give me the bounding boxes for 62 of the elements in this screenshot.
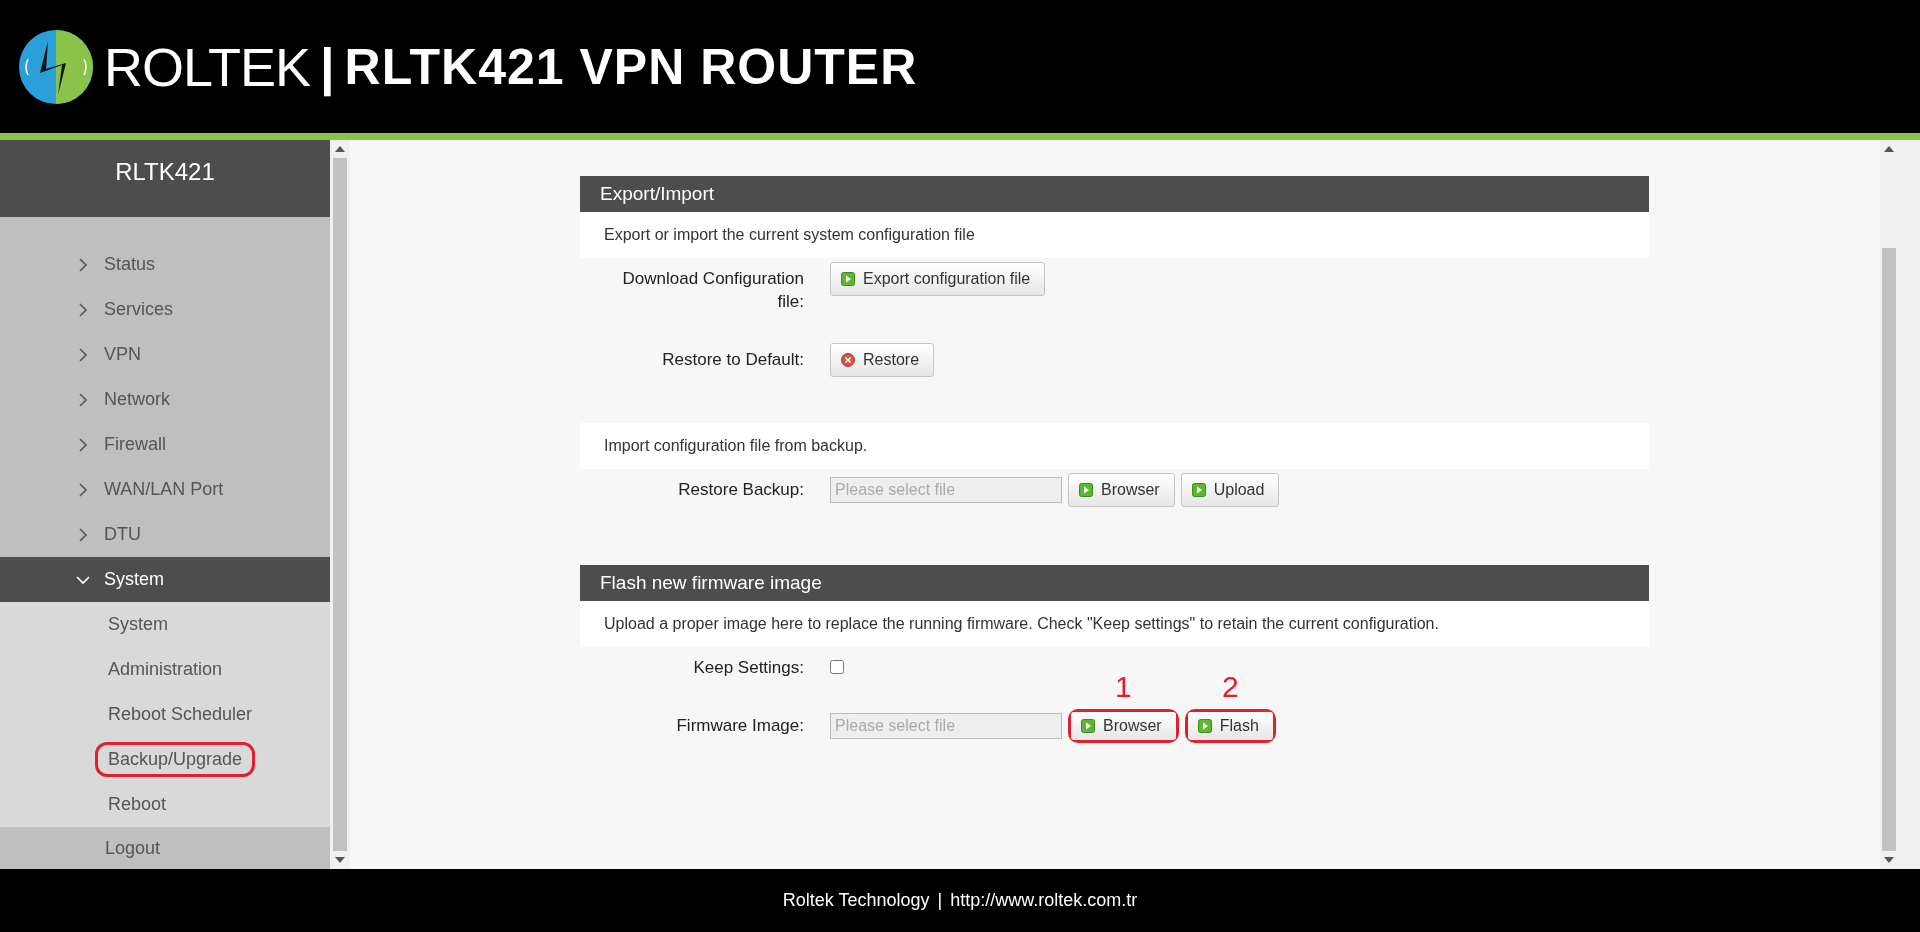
- play-icon: [1081, 719, 1095, 733]
- field-label: Download Configuration file:: [621, 268, 804, 313]
- file-path-field[interactable]: Please select file: [830, 713, 1062, 739]
- play-icon: [841, 272, 855, 286]
- sidebar-subitem[interactable]: Backup/Upgrade: [95, 742, 256, 777]
- company-name: Roltek Technology: [782, 890, 930, 911]
- chevron-right-icon: [76, 527, 90, 542]
- field-label: Keep Settings:: [692, 657, 804, 679]
- section-header: Export/Import: [580, 176, 1649, 212]
- sidebar-item[interactable]: Status: [0, 242, 330, 287]
- sidebar-item[interactable]: System: [0, 557, 330, 602]
- section-description: Export or import the current system configuration file: [580, 212, 1649, 258]
- play-icon: [1079, 483, 1093, 497]
- file-path-field[interactable]: Please select file: [830, 477, 1062, 503]
- sidebar-item[interactable]: Network: [0, 377, 330, 422]
- sidebar-item[interactable]: WAN/LAN Port: [0, 467, 330, 512]
- scroll-down-icon[interactable]: [1884, 857, 1894, 863]
- section-description: Upload a proper image here to replace the running firmware. Check "Keep settings" to retain the current configuration.: [580, 601, 1649, 647]
- section-description: Import configuration file from backup.: [580, 423, 1649, 469]
- scrollbar[interactable]: [1880, 140, 1920, 869]
- chevron-right-icon: [76, 302, 90, 317]
- checkbox[interactable]: [830, 660, 844, 674]
- action-button[interactable]: Browser: [1068, 473, 1175, 507]
- sidebar-item[interactable]: DTU: [0, 512, 330, 557]
- scrollbar[interactable]: [330, 140, 350, 869]
- sidebar-subitem[interactable]: Administration: [95, 652, 236, 687]
- step-number: 1: [1114, 670, 1133, 704]
- scroll-up-icon[interactable]: [1884, 146, 1894, 152]
- scroll-down-icon[interactable]: [335, 857, 345, 863]
- action-button[interactable]: Browser: [1071, 712, 1176, 740]
- chevron-right-icon: [76, 347, 90, 362]
- chevron-right-icon: [76, 437, 90, 452]
- cancel-icon: [841, 353, 855, 367]
- action-button[interactable]: Upload: [1180, 473, 1280, 507]
- field-label: Firmware Image:: [675, 715, 804, 737]
- play-icon: [1197, 719, 1212, 733]
- sidebar-item[interactable]: Services: [0, 287, 330, 332]
- action-button[interactable]: Flash: [1187, 712, 1273, 740]
- page-title: RLTK421 VPN ROUTER: [344, 37, 918, 96]
- field-label: Restore Backup:: [677, 479, 804, 501]
- step-number: 2: [1220, 670, 1240, 704]
- logo-icon: [18, 28, 94, 105]
- title-separator: |: [320, 36, 335, 97]
- chevron-right-icon: [76, 257, 90, 272]
- action-button[interactable]: Restore: [830, 343, 935, 377]
- device-name: RLTK421: [115, 158, 215, 187]
- chevron-right-icon: [76, 482, 90, 497]
- field-label: Restore to Default:: [661, 349, 804, 371]
- play-icon: [1191, 483, 1206, 497]
- chevron-right-icon: [76, 392, 90, 407]
- sidebar-subitem[interactable]: System: [95, 607, 181, 642]
- sidebar-subitem[interactable]: Reboot: [95, 787, 180, 822]
- footer-separator: |: [937, 890, 943, 911]
- scroll-up-icon[interactable]: [335, 146, 345, 152]
- sidebar-item[interactable]: VPN: [0, 332, 330, 377]
- brand-name: ROLTEK: [104, 35, 311, 98]
- sidebar-subitem[interactable]: Reboot Scheduler: [95, 697, 266, 732]
- sidebar-item[interactable]: Firewall: [0, 422, 330, 467]
- logout-item[interactable]: Logout: [0, 827, 330, 869]
- action-button[interactable]: Export configuration file: [830, 262, 1046, 296]
- section-header: Flash new firmware image: [580, 565, 1649, 601]
- website-link[interactable]: http://www.roltek.com.tr: [950, 890, 1138, 911]
